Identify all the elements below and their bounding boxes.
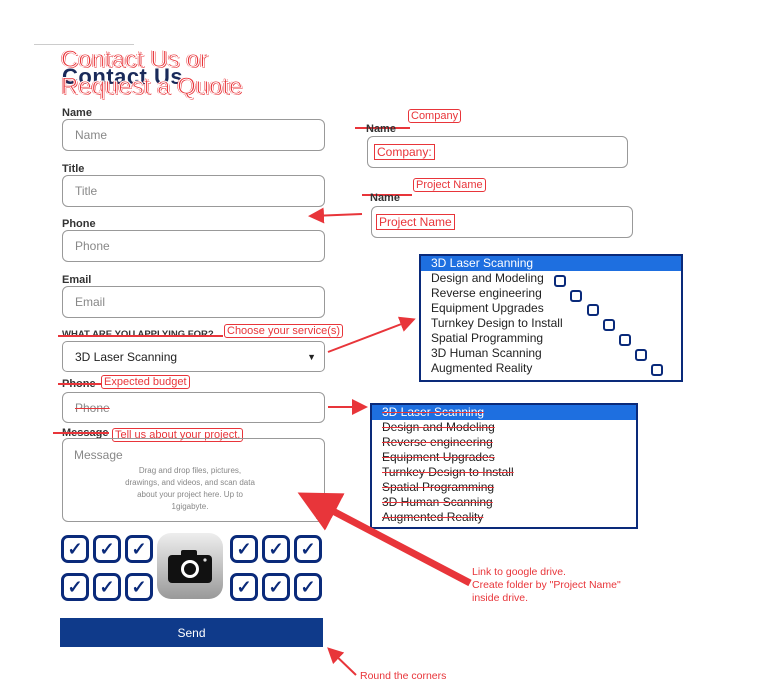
- arrow-icon: [308, 207, 363, 224]
- annotation-arrows: [297, 207, 472, 676]
- arrow-icon: [327, 647, 357, 676]
- arrow-icon: [327, 316, 416, 353]
- arrow-icon: [297, 492, 472, 587]
